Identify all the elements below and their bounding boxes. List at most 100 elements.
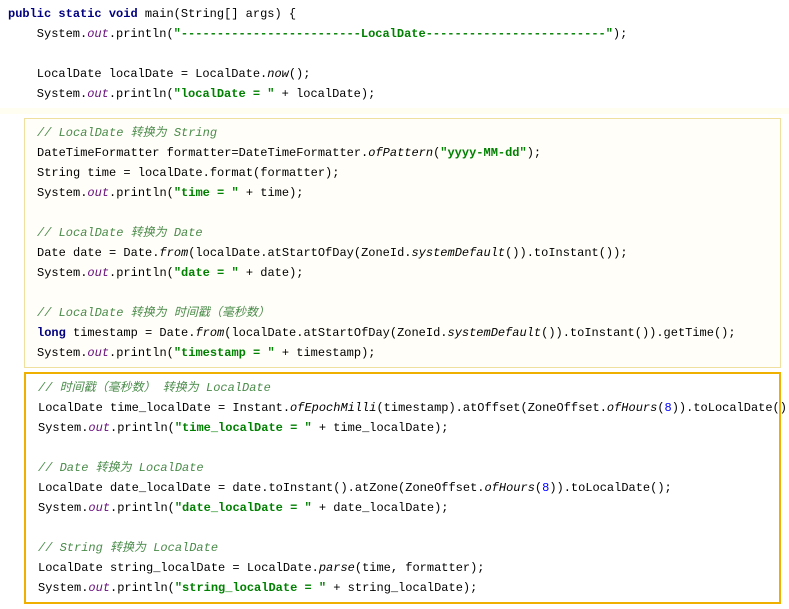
code-line: System.out.println("--------------------… bbox=[8, 24, 781, 44]
static-method: ofEpochMilli bbox=[290, 401, 376, 415]
text: (timestamp).atOffset(ZoneOffset. bbox=[376, 401, 606, 415]
text: (); bbox=[289, 67, 311, 81]
string: "date = " bbox=[174, 266, 239, 280]
code-line: String time = localDate.format(formatter… bbox=[37, 163, 768, 183]
text: + time_localDate); bbox=[312, 421, 449, 435]
code-line: LocalDate date_localDate = date.toInstan… bbox=[38, 478, 767, 498]
text: System. bbox=[8, 87, 87, 101]
static-method: ofHours bbox=[484, 481, 534, 495]
text: LocalDate date_localDate = date.toInstan… bbox=[38, 481, 484, 495]
blank-line bbox=[37, 283, 768, 303]
text: System. bbox=[38, 501, 88, 515]
comment: // 时间戳（毫秒数） 转换为 LocalDate bbox=[38, 381, 271, 395]
static-method: now bbox=[267, 67, 289, 81]
text: .println( bbox=[110, 581, 175, 595]
text: .println( bbox=[110, 501, 175, 515]
string: "string_localDate = " bbox=[175, 581, 326, 595]
field: out bbox=[88, 581, 110, 595]
text: ()).toInstant()); bbox=[505, 246, 627, 260]
text: LocalDate localDate = LocalDate. bbox=[8, 67, 267, 81]
code-line: System.out.println("localDate = " + loca… bbox=[8, 84, 781, 104]
comment: // Date 转换为 LocalDate bbox=[38, 461, 204, 475]
text: System. bbox=[8, 27, 87, 41]
text: DateTimeFormatter formatter=DateTimeForm… bbox=[37, 146, 368, 160]
comment: // String 转换为 LocalDate bbox=[38, 541, 218, 555]
keyword: public bbox=[8, 7, 51, 21]
text: System. bbox=[37, 186, 87, 200]
text: .println( bbox=[110, 421, 175, 435]
field: out bbox=[88, 501, 110, 515]
string: "date_localDate = " bbox=[175, 501, 312, 515]
text: System. bbox=[37, 266, 87, 280]
field: out bbox=[88, 421, 110, 435]
code-line: DateTimeFormatter formatter=DateTimeForm… bbox=[37, 143, 768, 163]
code-line: System.out.println("date = " + date); bbox=[37, 263, 768, 283]
comment-line: // 时间戳（毫秒数） 转换为 LocalDate bbox=[38, 378, 767, 398]
code-line: LocalDate string_localDate = LocalDate.p… bbox=[38, 558, 767, 578]
text: ( bbox=[657, 401, 664, 415]
string: "timestamp = " bbox=[174, 346, 275, 360]
blank-line bbox=[38, 518, 767, 538]
text: LocalDate time_localDate = Instant. bbox=[38, 401, 290, 415]
code-line: System.out.println("time = " + time); bbox=[37, 183, 768, 203]
field: out bbox=[87, 186, 109, 200]
comment: // LocalDate 转换为 时间戳（毫秒数） bbox=[37, 306, 270, 320]
code-line: System.out.println("time_localDate = " +… bbox=[38, 418, 767, 438]
string: "time = " bbox=[174, 186, 239, 200]
text: System. bbox=[38, 421, 88, 435]
keyword: void bbox=[109, 7, 138, 21]
text: ); bbox=[613, 27, 627, 41]
comment-line: // Date 转换为 LocalDate bbox=[38, 458, 767, 478]
blank-line bbox=[8, 44, 781, 64]
code-line: long timestamp = Date.from(localDate.atS… bbox=[37, 323, 768, 343]
text: + localDate); bbox=[274, 87, 375, 101]
comment: // LocalDate 转换为 Date bbox=[37, 226, 203, 240]
comment-line: // LocalDate 转换为 Date bbox=[37, 223, 768, 243]
comment: // LocalDate 转换为 String bbox=[37, 126, 217, 140]
string: "localDate = " bbox=[174, 87, 275, 101]
text: + timestamp); bbox=[275, 346, 376, 360]
static-method: from bbox=[159, 246, 188, 260]
text: (time, formatter); bbox=[355, 561, 485, 575]
text: .println( bbox=[109, 266, 174, 280]
keyword: long bbox=[37, 326, 66, 340]
text: ()).toInstant()).getTime(); bbox=[541, 326, 735, 340]
field: out bbox=[87, 87, 109, 101]
text: String time = localDate.format(formatter… bbox=[37, 166, 339, 180]
text: (localDate.atStartOfDay(ZoneId. bbox=[224, 326, 447, 340]
text: (localDate.atStartOfDay(ZoneId. bbox=[188, 246, 411, 260]
code-line: System.out.println("date_localDate = " +… bbox=[38, 498, 767, 518]
framed-block-orange: // 时间戳（毫秒数） 转换为 LocalDate LocalDate time… bbox=[24, 372, 781, 604]
text: .println( bbox=[109, 346, 174, 360]
text: Date date = Date. bbox=[37, 246, 159, 260]
field: out bbox=[87, 266, 109, 280]
comment-line: // LocalDate 转换为 String bbox=[37, 123, 768, 143]
keyword: static bbox=[58, 7, 101, 21]
text: )).toLocalDate(); bbox=[549, 481, 671, 495]
text: .println( bbox=[109, 186, 174, 200]
static-method: systemDefault bbox=[448, 326, 542, 340]
static-method: ofPattern bbox=[368, 146, 433, 160]
text: LocalDate string_localDate = LocalDate. bbox=[38, 561, 319, 575]
comment-line: // LocalDate 转换为 时间戳（毫秒数） bbox=[37, 303, 768, 323]
text: + time); bbox=[239, 186, 304, 200]
text: )).toLocalDate(); bbox=[672, 401, 789, 415]
text: .println( bbox=[109, 87, 174, 101]
text: + string_localDate); bbox=[326, 581, 477, 595]
text: System. bbox=[37, 346, 87, 360]
code-container: public static void main(String[] args) {… bbox=[0, 0, 789, 108]
text: timestamp = Date. bbox=[66, 326, 196, 340]
blank-line bbox=[38, 438, 767, 458]
static-method: systemDefault bbox=[411, 246, 505, 260]
blank-line bbox=[37, 203, 768, 223]
comment-line: // String 转换为 LocalDate bbox=[38, 538, 767, 558]
static-method: ofHours bbox=[607, 401, 657, 415]
code-line: LocalDate localDate = LocalDate.now(); bbox=[8, 64, 781, 84]
static-method: from bbox=[195, 326, 224, 340]
code-line: Date date = Date.from(localDate.atStartO… bbox=[37, 243, 768, 263]
text: .println( bbox=[109, 27, 174, 41]
code-line: public static void main(String[] args) { bbox=[8, 4, 781, 24]
string: "time_localDate = " bbox=[175, 421, 312, 435]
number: 8 bbox=[665, 401, 672, 415]
text: + date); bbox=[239, 266, 304, 280]
